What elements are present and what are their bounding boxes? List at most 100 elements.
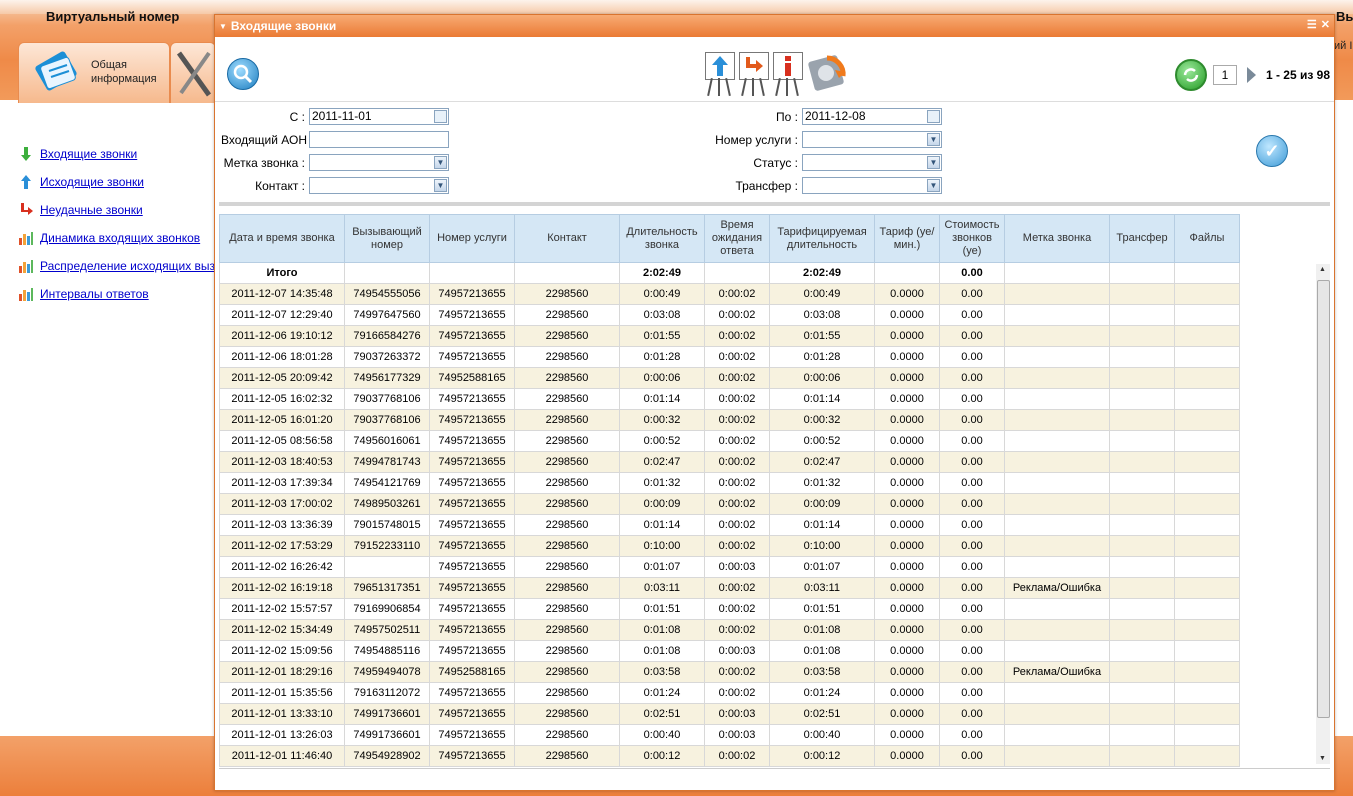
table-row[interactable]: 2011-12-07 14:35:48 74954555056 7495721365… [219, 283, 1240, 305]
column-header[interactable]: Метка звонка [1004, 214, 1110, 263]
transfer-button[interactable] [737, 52, 769, 98]
table-row[interactable]: 2011-12-05 16:01:20 79037768106 7495721365… [219, 409, 1240, 431]
table-cell: 0.00 [939, 535, 1005, 557]
column-header[interactable]: Длительность звонка [619, 214, 705, 263]
table-cell: 0:01:55 [769, 325, 875, 347]
total-row[interactable]: Итого 2:02:49 2:02:49 0.00 [219, 262, 1240, 284]
refresh-button[interactable] [1174, 59, 1207, 91]
table-cell: 0:00:03 [704, 703, 770, 725]
chevron-down-icon[interactable]: ▼ [927, 156, 940, 169]
column-header[interactable]: Время ожидания ответа [704, 214, 770, 263]
save-button[interactable] [805, 52, 849, 96]
scroll-down-icon[interactable]: ▼ [1319, 755, 1326, 762]
side-link-outgoing[interactable]: Исходящие звонки [40, 175, 144, 189]
column-header[interactable]: Тариф (уе/мин.) [874, 214, 940, 263]
table-row[interactable]: 2011-12-02 15:09:56 74954885116 7495721365… [219, 640, 1240, 662]
side-link-dynamics[interactable]: Динамика входящих звонков [40, 231, 200, 245]
date-to-field[interactable]: 2011-12-08 [802, 108, 942, 125]
table-row[interactable]: 2011-12-03 17:00:02 74989503261 7495721365… [219, 493, 1240, 515]
side-link-distribution[interactable]: Распределение исходящих вызов [40, 259, 228, 273]
apply-filter-button[interactable]: ✓ [1256, 135, 1288, 167]
contact-select[interactable]: ▼ [309, 177, 449, 194]
scroll-up-icon[interactable]: ▲ [1319, 266, 1326, 273]
chevron-down-icon[interactable]: ▼ [927, 179, 940, 192]
service-select[interactable]: ▼ [802, 131, 942, 148]
table-row[interactable]: 2011-12-06 19:10:12 79166584276 7495721365… [219, 325, 1240, 347]
table-cell: 0:01:14 [769, 388, 875, 410]
table-row[interactable]: 2011-12-03 13:36:39 79015748015 7495721365… [219, 514, 1240, 536]
column-header[interactable]: Файлы [1174, 214, 1240, 263]
side-item-distribution[interactable]: Распределение исходящих вызов [18, 252, 228, 280]
scroll-thumb[interactable] [1317, 280, 1330, 718]
table-row[interactable]: 2011-12-02 15:34:49 74957502511 7495721365… [219, 619, 1240, 641]
tag-select[interactable]: ▼ [309, 154, 449, 171]
side-link-intervals[interactable]: Интервалы ответов [40, 287, 149, 301]
table-cell: 0:00:12 [619, 745, 705, 767]
date-from-field[interactable]: 2011-11-01 [309, 108, 449, 125]
table-row[interactable]: 2011-12-03 17:39:34 74954121769 7495721365… [219, 472, 1240, 494]
table-cell: 0.00 [939, 367, 1005, 389]
dialog-titlebar[interactable]: ▼ Входящие звонки ☰ ✕ [215, 15, 1334, 37]
export-button[interactable] [703, 52, 735, 98]
table-cell: 0.00 [939, 556, 1005, 578]
aon-field[interactable] [309, 131, 449, 148]
table-row[interactable]: 2011-12-01 15:35:56 79163112072 7495721365… [219, 682, 1240, 704]
table-row[interactable]: 2011-12-06 18:01:28 79037263372 7495721365… [219, 346, 1240, 368]
table-cell: 2011-12-03 13:36:39 [219, 514, 345, 536]
side-item-intervals[interactable]: Интервалы ответов [18, 280, 218, 308]
close-icon[interactable]: ✕ [1321, 18, 1330, 31]
chevron-down-icon[interactable]: ▼ [434, 179, 447, 192]
tab-settings[interactable] [170, 42, 216, 103]
table-row[interactable]: 2011-12-02 16:19:18 79651317351 7495721365… [219, 577, 1240, 599]
column-header[interactable]: Вызывающий номер [344, 214, 430, 263]
status-select[interactable]: ▼ [802, 154, 942, 171]
column-header[interactable]: Дата и время звонка [219, 214, 345, 263]
table-row[interactable]: 2011-12-01 13:33:10 74991736601 7495721365… [219, 703, 1240, 725]
side-item-outgoing[interactable]: Исходящие звонки [18, 168, 218, 196]
column-header[interactable]: Тарифицируемая длительность [769, 214, 875, 263]
side-item-failed[interactable]: Неудачные звонки [18, 196, 218, 224]
table-row[interactable]: 2011-12-05 08:56:58 74956016061 7495721365… [219, 430, 1240, 452]
table-cell: 0:00:02 [704, 619, 770, 641]
chevron-down-icon[interactable]: ▼ [434, 156, 447, 169]
chevron-down-icon[interactable]: ▼ [927, 133, 940, 146]
table-cell: 74957213655 [429, 598, 515, 620]
table-row[interactable]: 2011-12-02 16:26:42 74957213655 2298560 0:0… [219, 556, 1240, 578]
side-link-failed[interactable]: Неудачные звонки [40, 203, 143, 217]
table-row[interactable]: 2011-12-01 18:29:16 74959494078 7495258816… [219, 661, 1240, 683]
next-page-icon[interactable] [1246, 67, 1256, 83]
table-cell: 0.00 [939, 619, 1005, 641]
transfer-select[interactable]: ▼ [802, 177, 942, 194]
info-button[interactable] [771, 52, 803, 98]
logout-link[interactable]: Выход [1336, 9, 1353, 24]
page-number-input[interactable] [1212, 65, 1237, 85]
table-row[interactable]: 2011-12-05 16:02:32 79037768106 7495721365… [219, 388, 1240, 410]
table-cell: 2298560 [514, 724, 620, 746]
search-button[interactable] [227, 58, 259, 90]
column-header[interactable]: Номер услуги [429, 214, 515, 263]
table-row[interactable]: 2011-12-01 11:46:40 74954928902 7495721365… [219, 745, 1240, 767]
side-item-dynamics[interactable]: Динамика входящих звонков [18, 224, 218, 252]
table-row[interactable]: 2011-12-02 17:53:29 79152233110 7495721365… [219, 535, 1240, 557]
info-icon [785, 56, 791, 76]
side-link-incoming[interactable]: Входящие звонки [40, 147, 137, 161]
column-header[interactable]: Стоимость звонков (уе) [939, 214, 1005, 263]
calendar-icon[interactable] [927, 110, 940, 123]
table-row[interactable]: 2011-12-07 12:29:40 74997647560 7495721365… [219, 304, 1240, 326]
tab-general-info[interactable]: Общая информация [18, 42, 170, 103]
table-cell: 0.0000 [874, 367, 940, 389]
checkmark-icon: ✓ [1264, 141, 1280, 161]
column-header[interactable]: Контакт [514, 214, 620, 263]
collapse-arrow-icon[interactable]: ▼ [219, 22, 227, 31]
menu-icon[interactable]: ☰ [1307, 18, 1317, 31]
calendar-icon[interactable] [434, 110, 447, 123]
vertical-scrollbar[interactable]: ▲ ▼ [1316, 264, 1330, 764]
table-row[interactable]: 2011-12-03 18:40:53 74994781743 7495721365… [219, 451, 1240, 473]
table-row[interactable]: 2011-12-01 13:26:03 74991736601 7495721365… [219, 724, 1240, 746]
table-row[interactable]: 2011-12-02 15:57:57 79169906854 7495721365… [219, 598, 1240, 620]
table-cell [1109, 661, 1175, 683]
column-header[interactable]: Трансфер [1109, 214, 1175, 263]
table-cell: 0:03:11 [769, 577, 875, 599]
table-row[interactable]: 2011-12-05 20:09:42 74956177329 7495258816… [219, 367, 1240, 389]
side-item-incoming[interactable]: Входящие звонки [18, 140, 218, 168]
